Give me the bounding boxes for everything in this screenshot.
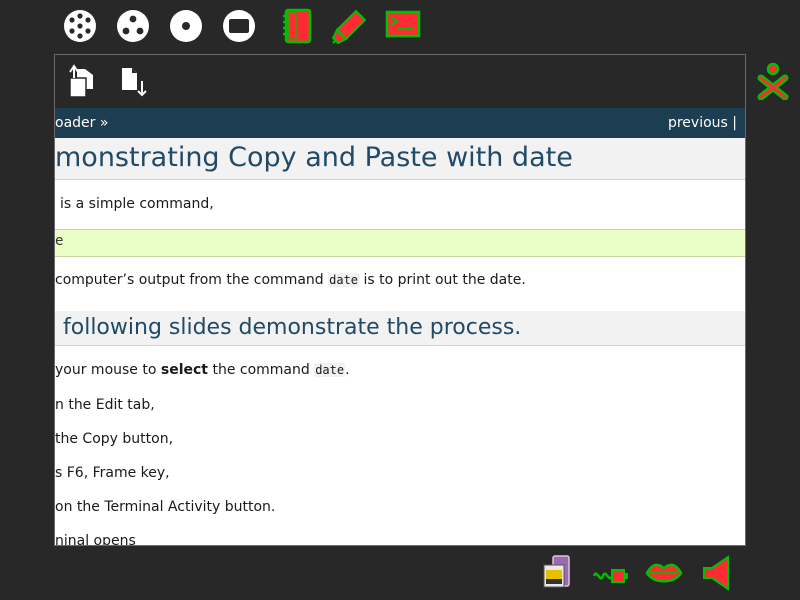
paste-icon[interactable] [117, 64, 151, 98]
output-text-post: is to print out the date. [359, 272, 526, 288]
page-title-bar: monstrating Copy and Paste with date [55, 138, 745, 180]
document-content[interactable]: monstrating Copy and Paste with date is … [55, 138, 745, 545]
step-3: the Copy button, [55, 431, 174, 447]
neighborhood-icon[interactable] [62, 8, 98, 44]
step-1-code: date [314, 363, 346, 377]
usb-device-icon[interactable] [592, 554, 630, 592]
step-4: s F6, Frame key, [55, 465, 170, 481]
buddy-xo-icon[interactable] [757, 62, 789, 100]
activity-toolbar [55, 55, 745, 108]
frame-top-bar [0, 0, 800, 54]
step-5: on the Terminal Activity button. [55, 499, 276, 515]
output-text-pre: computer’s output from the command [55, 272, 329, 288]
activity-icon[interactable] [221, 8, 257, 44]
section-heading-bar: following slides demonstrate the process… [55, 311, 745, 346]
home-icon[interactable] [168, 8, 204, 44]
step-6: ninal opens [55, 533, 136, 545]
volume-icon[interactable] [700, 554, 734, 592]
group-icon[interactable] [115, 8, 151, 44]
step-1-pre: your mouse to [55, 362, 161, 378]
output-text: computer’s output from the command date … [55, 270, 526, 290]
activity-window: oader » previous | monstrating Copy and … [54, 54, 746, 546]
section-heading: following slides demonstrate the process… [63, 315, 522, 340]
page-title: monstrating Copy and Paste with date [55, 142, 573, 173]
battery-icon[interactable] [540, 554, 574, 592]
journal-icon[interactable] [280, 8, 314, 44]
speaker-icon[interactable] [645, 554, 683, 592]
code-block[interactable]: e [55, 229, 745, 257]
step-1: your mouse to select the command date. [55, 360, 350, 380]
step-1-mid: the command [208, 362, 315, 378]
write-activity-icon[interactable] [330, 8, 368, 46]
step-2: n the Edit tab, [55, 397, 155, 413]
frame-bottom-bar [0, 546, 800, 600]
output-code: date [328, 273, 360, 287]
navigation-bar: oader » previous | [55, 108, 745, 138]
code-text[interactable]: e [55, 233, 63, 249]
terminal-activity-icon[interactable] [385, 8, 421, 44]
step-1-bold: select [160, 362, 208, 378]
breadcrumb-link[interactable]: oader » [55, 108, 108, 138]
previous-link[interactable]: previous | [668, 108, 737, 138]
copy-icon[interactable] [66, 64, 98, 98]
step-1-post: . [345, 362, 350, 378]
intro-text: is a simple command, [60, 196, 214, 212]
